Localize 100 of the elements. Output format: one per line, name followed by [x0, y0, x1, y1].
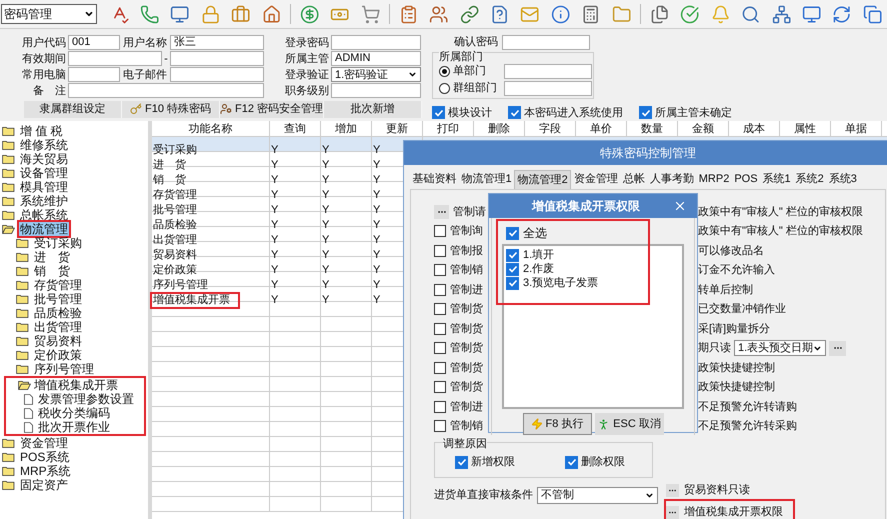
select-field[interactable]: 不管制 [537, 486, 658, 504]
more-button[interactable] [434, 204, 449, 219]
tree-item[interactable]: 增值税集成开票 [34, 378, 118, 392]
field-label: 职务级别 [285, 84, 330, 98]
checkbox[interactable] [455, 456, 468, 468]
dialog-button[interactable]: F8 执行 [522, 413, 592, 435]
column-header[interactable]: 金额 [678, 121, 729, 136]
radio-button[interactable] [439, 83, 450, 94]
help-icon[interactable] [490, 4, 510, 24]
checkbox[interactable] [434, 225, 446, 238]
column-header[interactable]: 属性 [780, 121, 831, 136]
input-field[interactable] [504, 64, 592, 79]
checkbox[interactable] [432, 106, 445, 120]
checkbox[interactable] [506, 226, 519, 240]
network-icon[interactable] [772, 4, 791, 24]
folder-icon[interactable] [612, 4, 632, 24]
input-field[interactable] [331, 83, 421, 98]
check-icon[interactable] [680, 4, 700, 24]
checkbox[interactable] [434, 381, 446, 394]
toolbar-button[interactable]: 隶属群组设定 [24, 100, 122, 118]
search-icon[interactable] [741, 4, 761, 24]
document-icon [24, 422, 33, 432]
more-button[interactable] [829, 340, 846, 356]
info-icon[interactable] [550, 4, 570, 24]
windows-icon[interactable] [862, 4, 882, 24]
field-label: 进货单直接审核条件 [434, 488, 533, 503]
input-field[interactable] [170, 67, 264, 82]
input-field[interactable] [504, 81, 592, 96]
cart-icon[interactable] [360, 4, 380, 24]
tree-item[interactable]: 物流管理 [17, 220, 71, 238]
close-icon[interactable] [673, 199, 687, 213]
select-field[interactable]: 1.密码验证 [331, 67, 421, 82]
toolbar-button[interactable]: F10 特殊密码 [122, 100, 220, 118]
checkbox[interactable] [434, 342, 446, 354]
list-item[interactable]: 2.作废 [523, 260, 554, 278]
option-button[interactable]: 贸易资料只读 [666, 482, 793, 499]
field-label: 登录验证 [285, 68, 330, 82]
column-header[interactable]: 功能名称 [152, 121, 270, 136]
checkbox[interactable] [434, 303, 446, 316]
column-header[interactable]: 打印 [423, 121, 474, 136]
table-cell: Y [372, 249, 382, 262]
checkbox[interactable] [434, 264, 446, 276]
group-title: 所属部门 [439, 52, 483, 63]
field-label: 用户名称 [122, 36, 168, 50]
input-field[interactable] [68, 67, 120, 82]
home-icon[interactable] [262, 4, 281, 24]
column-header[interactable]: 成本 [729, 121, 780, 136]
refresh-icon[interactable] [832, 4, 852, 24]
input-field[interactable]: 张三 [170, 35, 264, 50]
checkbox[interactable] [434, 284, 446, 296]
checkbox[interactable] [434, 420, 446, 432]
input-field[interactable]: 001 [68, 35, 120, 50]
checkbox[interactable] [508, 106, 521, 120]
link-icon[interactable] [460, 4, 480, 24]
checkbox[interactable] [434, 362, 446, 374]
list-item[interactable]: 3.预览电子发票 [523, 274, 598, 292]
option-button[interactable]: 增值税集成开票权限 [666, 501, 793, 519]
checkbox[interactable] [639, 106, 652, 120]
input-field[interactable] [68, 83, 264, 98]
column-header[interactable]: 增加 [321, 121, 372, 136]
option-label: 管制销 [450, 263, 483, 278]
dialog-button[interactable]: ESC 取消 [594, 413, 664, 435]
column-header[interactable]: 删除 [474, 121, 525, 136]
column-header[interactable]: 数量 [627, 121, 678, 136]
table-cell: Y [372, 219, 382, 232]
checkbox[interactable] [565, 456, 578, 468]
toolbar-button[interactable]: 批次新增 [324, 100, 422, 118]
input-field[interactable] [68, 51, 162, 66]
toolbar-button[interactable]: F12 密码安全管理 [220, 100, 324, 118]
list-item[interactable]: 1.填开 [523, 246, 554, 264]
checkbox[interactable] [506, 276, 519, 290]
column-header[interactable]: 更新 [372, 121, 423, 136]
table-cell: Y [321, 249, 330, 262]
select-field[interactable]: 1.表头预交日期 [734, 340, 826, 356]
dollar-icon[interactable] [300, 4, 320, 24]
checkbox[interactable] [434, 400, 446, 413]
checkbox[interactable] [434, 244, 446, 257]
monitor-icon[interactable] [170, 4, 190, 24]
tab[interactable]: 物流管理2 [514, 170, 572, 189]
briefcase-icon[interactable] [231, 4, 250, 24]
clipboard-icon[interactable] [398, 4, 418, 24]
radio-button[interactable] [439, 66, 450, 77]
users-icon[interactable] [429, 4, 449, 24]
files-icon[interactable] [650, 4, 670, 24]
column-header[interactable]: 字段 [525, 121, 576, 136]
column-header[interactable]: 单据 [831, 121, 882, 136]
input-field[interactable]: ADMIN [331, 51, 421, 66]
module-select[interactable]: 密码管理 [1, 4, 97, 24]
checkbox[interactable] [506, 262, 519, 276]
screen-icon[interactable] [802, 4, 822, 24]
calculator-icon[interactable] [581, 4, 601, 24]
input-field[interactable] [502, 35, 590, 50]
phone-icon[interactable] [140, 4, 160, 24]
option-label: 管制报 [450, 244, 483, 258]
checkbox[interactable] [506, 248, 519, 262]
input-field[interactable] [170, 51, 264, 66]
input-field[interactable] [331, 35, 421, 50]
checkbox[interactable] [434, 322, 446, 335]
column-header[interactable]: 查询 [270, 121, 321, 136]
column-header[interactable]: 单价 [576, 121, 627, 136]
